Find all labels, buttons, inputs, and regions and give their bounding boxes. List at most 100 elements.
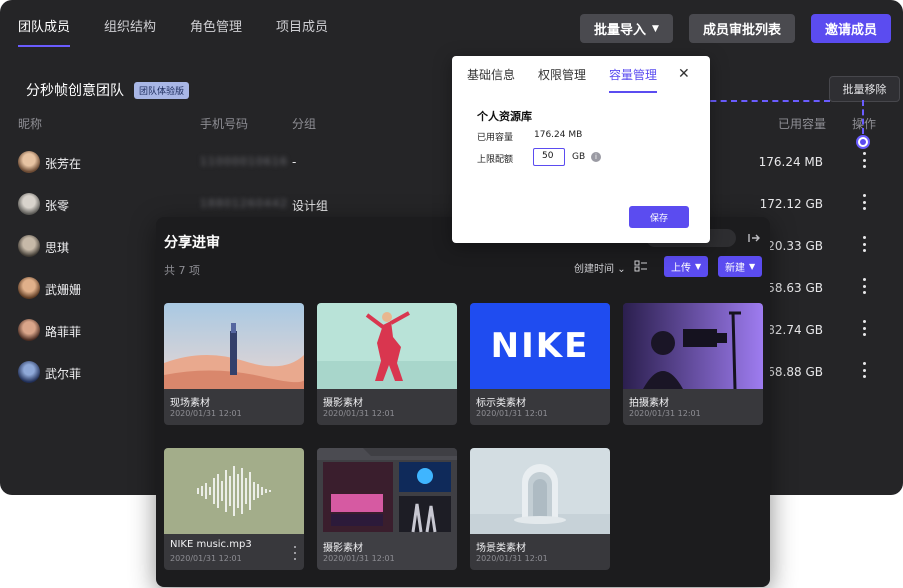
folder-card[interactable]: 摄影素材 2020/01/31 12:01 <box>317 448 457 570</box>
filming-thumbnail <box>623 303 763 389</box>
card-date: 2020/01/31 12:01 <box>323 554 395 563</box>
asset-card[interactable]: 摄影素材 2020/01/31 12:01 <box>317 303 457 425</box>
card-title: 标示类素材 <box>476 398 526 409</box>
column-header-used: 已用容量 <box>778 117 827 131</box>
plan-badge: 团队体验版 <box>134 81 190 99</box>
desert-thumbnail <box>164 303 304 389</box>
card-date: 2020/01/31 12:01 <box>476 554 548 563</box>
member-used: 58.63 GB <box>767 281 823 295</box>
review-list-button[interactable]: 成员审批列表 <box>688 14 795 43</box>
sort-dropdown[interactable]: 创建时间 ⌄ <box>574 260 626 275</box>
tab-permissions[interactable]: 权限管理 <box>538 66 586 93</box>
avatar <box>18 361 40 383</box>
top-actions: 批量导入 ▼ 成员审批列表 邀请成员 <box>580 14 891 43</box>
more-icon[interactable] <box>859 275 869 297</box>
more-icon[interactable] <box>292 546 298 560</box>
bulk-import-button[interactable]: 批量导入 ▼ <box>580 14 673 43</box>
more-icon[interactable] <box>859 191 869 213</box>
avatar <box>18 277 40 299</box>
dialog-tabs: 基础信息 权限管理 容量管理 <box>467 66 658 93</box>
member-used: 68.88 GB <box>767 365 823 379</box>
team-header: 分秒帧创意团队 团队体验版 <box>26 80 190 100</box>
item-count: 共 7 项 <box>164 264 200 277</box>
card-title: 场景类素材 <box>476 543 526 554</box>
tab-capacity[interactable]: 容量管理 <box>609 66 658 93</box>
bulk-import-label: 批量导入 <box>594 23 647 38</box>
marker-dot-icon <box>856 135 870 149</box>
member-phone: 18801260442 <box>200 197 288 210</box>
quota-unit: GB <box>572 152 586 162</box>
info-icon[interactable]: i <box>591 152 601 162</box>
column-header-phone: 手机号码 <box>200 117 249 131</box>
chevron-down-icon: ▼ <box>652 23 659 34</box>
dancer-thumbnail <box>317 303 457 389</box>
member-group: - <box>292 155 297 169</box>
used-capacity-value: 176.24 MB <box>534 130 583 140</box>
used-capacity-label: 已用容量 <box>477 133 514 143</box>
card-date: 2020/01/31 12:01 <box>476 409 548 418</box>
invite-member-button[interactable]: 邀请成员 <box>810 14 891 43</box>
chevron-down-icon: ▼ <box>749 262 756 271</box>
new-button[interactable]: 新建 ▼ <box>718 256 763 277</box>
avatar <box>18 235 40 257</box>
more-icon[interactable] <box>859 317 869 339</box>
quota-limit-label: 上限配额 <box>477 155 514 165</box>
tab-team-members[interactable]: 团队成员 <box>18 16 71 47</box>
asset-card[interactable]: 现场素材 2020/01/31 12:01 <box>164 303 304 425</box>
arch-scene-thumbnail <box>470 448 610 534</box>
chevron-down-icon: ⌄ <box>617 264 626 275</box>
card-date: 2020/01/31 12:01 <box>629 409 701 418</box>
avatar <box>18 193 40 215</box>
sort-label: 创建时间 <box>574 264 614 275</box>
bulk-remove-tooltip[interactable]: 批量移除 <box>829 76 900 102</box>
connector-line <box>862 100 864 134</box>
share-review-panel: 分享进审 共 7 项 创建时间 ⌄ 上传 ▼ 新建 ▼ 现场素材 2020/01… <box>156 217 770 587</box>
asset-card[interactable]: 拍摄素材 2020/01/31 12:01 <box>623 303 763 425</box>
card-title: NIKE music.mp3 <box>170 539 252 550</box>
member-name: 思琪 <box>45 241 70 255</box>
column-header-group: 分组 <box>292 117 317 131</box>
new-label: 新建 <box>725 263 745 274</box>
more-icon[interactable] <box>859 359 869 381</box>
member-group: 设计组 <box>292 199 329 213</box>
more-icon[interactable] <box>859 233 869 255</box>
upload-label: 上传 <box>671 263 691 274</box>
member-name: 张零 <box>45 199 70 213</box>
tab-project-members[interactable]: 项目成员 <box>276 16 328 47</box>
chevron-down-icon: ▼ <box>695 262 702 271</box>
connector-line <box>700 100 830 102</box>
save-button[interactable]: 保存 <box>629 206 689 228</box>
member-name: 武姗姗 <box>45 283 82 297</box>
brand-logo-thumbnail: NIKE <box>470 303 610 389</box>
avatar <box>18 151 40 173</box>
nike-logo-text: NIKE <box>490 326 590 366</box>
member-used: 172.12 GB <box>759 197 823 211</box>
tab-org-structure[interactable]: 组织结构 <box>104 16 156 47</box>
upload-button[interactable]: 上传 ▼ <box>664 256 709 277</box>
more-icon[interactable] <box>859 149 869 171</box>
column-header-nickname: 昵称 <box>18 117 43 131</box>
tab-role-management[interactable]: 角色管理 <box>190 16 242 47</box>
card-date: 2020/01/31 12:01 <box>323 409 395 418</box>
close-icon[interactable]: ✕ <box>678 66 690 82</box>
card-title: 摄影素材 <box>323 543 363 554</box>
asset-card[interactable]: NIKE 标示类素材 2020/01/31 12:01 <box>470 303 610 425</box>
asset-card[interactable]: NIKE music.mp3 2020/01/31 12:01 <box>164 448 304 570</box>
column-header-action: 操作 <box>852 117 877 131</box>
section-title: 个人资源库 <box>477 110 532 123</box>
card-title: 现场素材 <box>170 398 210 409</box>
list-view-icon[interactable] <box>634 259 648 273</box>
member-name: 路菲菲 <box>45 325 82 339</box>
asset-card[interactable]: 场景类素材 2020/01/31 12:01 <box>470 448 610 570</box>
member-settings-dialog: 基础信息 权限管理 容量管理 ✕ 个人资源库 已用容量 176.24 MB 上限… <box>452 56 710 243</box>
card-date: 2020/01/31 12:01 <box>170 554 242 563</box>
export-icon[interactable] <box>747 231 761 245</box>
audio-waveform-thumbnail <box>164 448 304 534</box>
card-date: 2020/01/31 12:01 <box>170 409 242 418</box>
top-nav: 团队成员 组织结构 角色管理 项目成员 <box>18 16 328 47</box>
share-title: 分享进审 <box>164 235 220 251</box>
member-name: 张芳在 <box>45 157 82 171</box>
tab-basic-info[interactable]: 基础信息 <box>467 66 515 93</box>
quota-limit-input[interactable]: 50 <box>533 148 565 166</box>
avatar <box>18 319 40 341</box>
